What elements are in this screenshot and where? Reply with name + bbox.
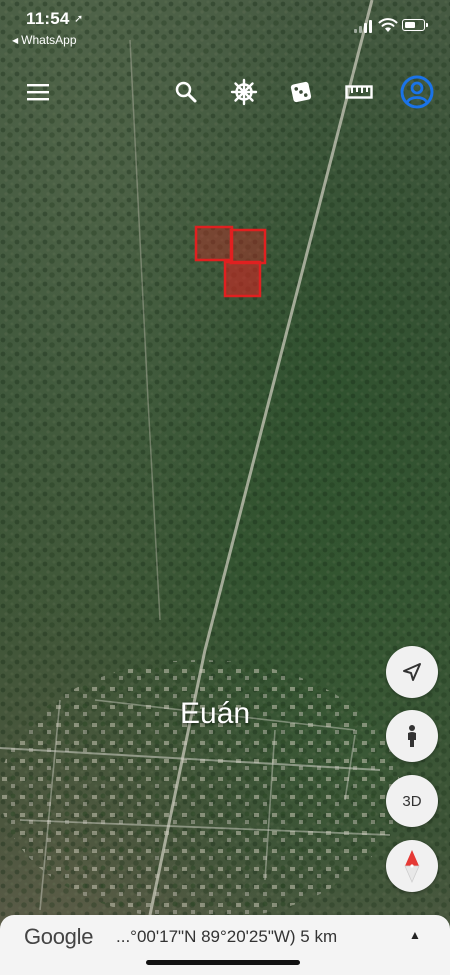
menu-button[interactable] (22, 76, 54, 108)
account-button[interactable] (398, 73, 436, 111)
account-icon (400, 75, 434, 109)
ship-wheel-icon (230, 78, 258, 106)
my-location-button[interactable] (386, 646, 438, 698)
voyager-button[interactable] (227, 75, 261, 109)
hamburger-menu-icon (27, 84, 49, 101)
pegman-icon (408, 725, 416, 747)
coordinates-scale-readout: ...°00'17"N 89°20'25"W) 5 km (116, 927, 338, 946)
back-triangle-icon: ◀ (12, 36, 19, 45)
home-indicator[interactable] (146, 960, 300, 965)
cellular-signal-icon (354, 19, 374, 33)
google-logo: Google (24, 924, 94, 949)
measure-button[interactable] (342, 76, 376, 108)
status-bar: 11:54 ➚ ◀ WhatsApp (0, 0, 450, 50)
search-button[interactable] (170, 76, 202, 108)
expand-info-caret-icon[interactable]: ▲ (409, 928, 421, 942)
3d-toggle-button[interactable]: 3D (386, 775, 438, 827)
ruler-icon (345, 85, 373, 99)
street-view-button[interactable] (386, 710, 438, 762)
back-to-app-link[interactable]: ◀ WhatsApp (12, 33, 77, 47)
feeling-lucky-button[interactable] (285, 76, 317, 108)
battery-icon (402, 19, 428, 31)
3d-toggle-label: 3D (402, 792, 422, 810)
compass-icon (404, 850, 420, 883)
status-time: 11:54 (26, 9, 70, 28)
location-arrow-icon (403, 663, 421, 681)
place-label: Euán (180, 697, 251, 730)
compass-button[interactable] (386, 840, 438, 892)
location-services-icon: ➚ (74, 13, 84, 25)
dice-icon (290, 81, 312, 103)
search-icon (175, 81, 197, 103)
satellite-map[interactable] (0, 0, 450, 975)
map-features (0, 0, 450, 975)
bottom-info-bar[interactable]: Google ...°00'17"N 89°20'25"W) 5 km ▲ (0, 915, 450, 975)
back-app-label: WhatsApp (21, 33, 77, 47)
wifi-icon (378, 18, 398, 32)
